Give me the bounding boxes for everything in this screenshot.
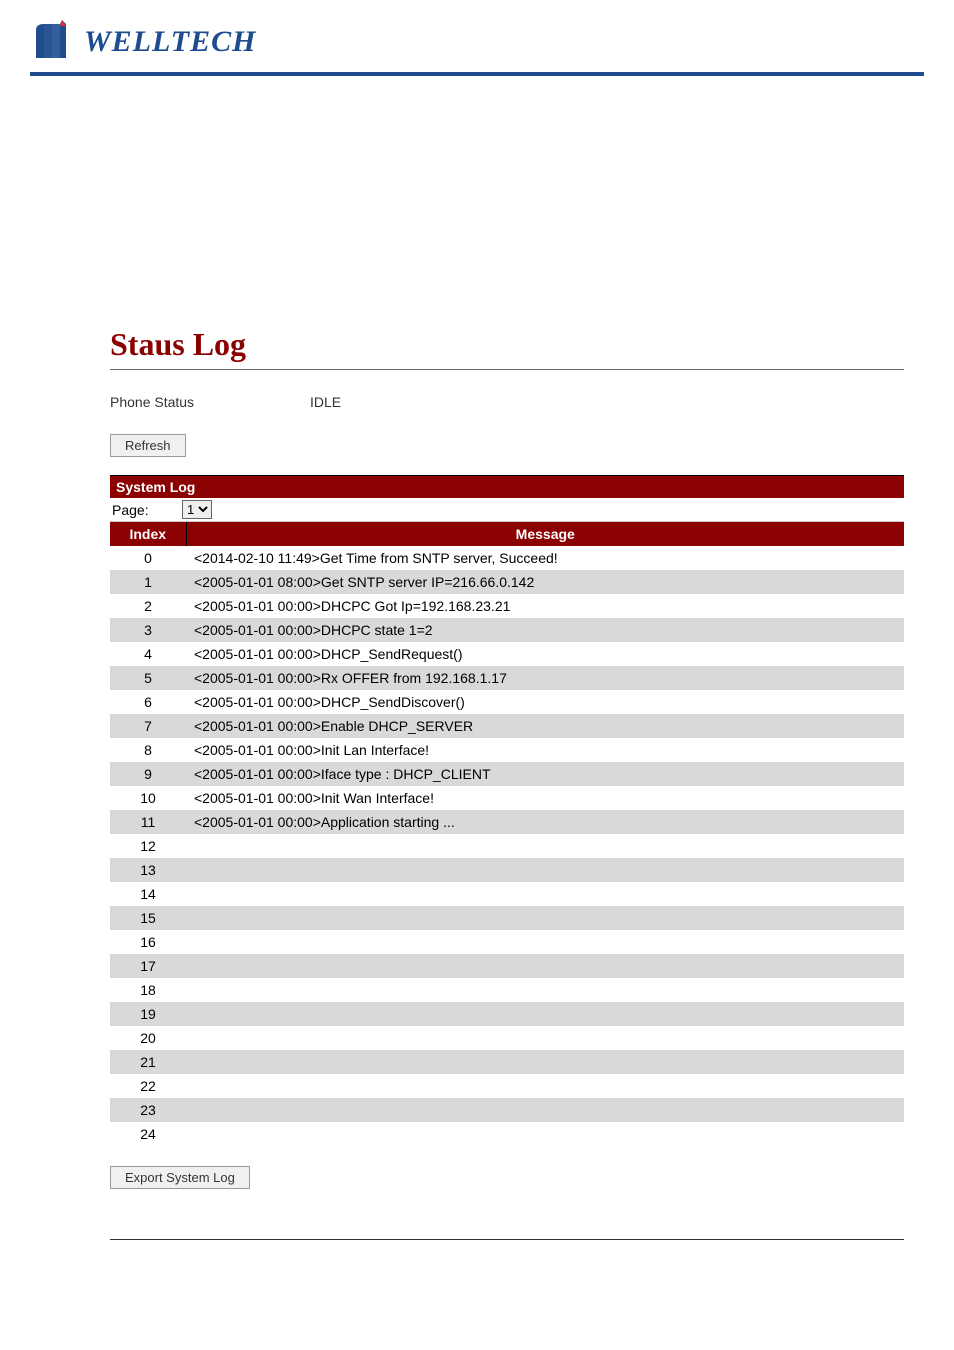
table-row: 5<2005-01-01 00:00>Rx OFFER from 192.168…: [110, 666, 904, 690]
row-index: 4: [110, 642, 186, 666]
system-log-title: System Log: [110, 475, 904, 498]
table-row: 1<2005-01-01 08:00>Get SNTP server IP=21…: [110, 570, 904, 594]
row-message: [186, 1074, 904, 1098]
table-row: 9<2005-01-01 00:00>Iface type : DHCP_CLI…: [110, 762, 904, 786]
row-message: <2005-01-01 00:00>Init Lan Interface!: [186, 738, 904, 762]
row-index: 21: [110, 1050, 186, 1074]
row-message: <2005-01-01 00:00>Iface type : DHCP_CLIE…: [186, 762, 904, 786]
title-divider: [110, 369, 904, 370]
table-row: 10<2005-01-01 00:00>Init Wan Interface!: [110, 786, 904, 810]
row-message: <2005-01-01 08:00>Get SNTP server IP=216…: [186, 570, 904, 594]
row-index: 14: [110, 882, 186, 906]
table-row: 20: [110, 1026, 904, 1050]
row-index: 10: [110, 786, 186, 810]
table-row: 12: [110, 834, 904, 858]
row-index: 9: [110, 762, 186, 786]
table-row: 2<2005-01-01 00:00>DHCPC Got Ip=192.168.…: [110, 594, 904, 618]
table-row: 3<2005-01-01 00:00>DHCPC state 1=2: [110, 618, 904, 642]
table-row: 4<2005-01-01 00:00>DHCP_SendRequest(): [110, 642, 904, 666]
header: WELLTECH: [0, 0, 954, 76]
row-index: 2: [110, 594, 186, 618]
row-message: [186, 1026, 904, 1050]
row-message: <2005-01-01 00:00>Application starting .…: [186, 810, 904, 834]
row-message: [186, 858, 904, 882]
phone-status-row: Phone Status IDLE: [110, 394, 904, 410]
table-row: 14: [110, 882, 904, 906]
footer-divider: [110, 1239, 904, 1240]
table-row: 17: [110, 954, 904, 978]
table-row: 8<2005-01-01 00:00>Init Lan Interface!: [110, 738, 904, 762]
column-header-index: Index: [110, 522, 186, 546]
table-row: 21: [110, 1050, 904, 1074]
table-row: 24: [110, 1122, 904, 1146]
row-message: [186, 1050, 904, 1074]
row-index: 3: [110, 618, 186, 642]
row-index: 1: [110, 570, 186, 594]
row-index: 11: [110, 810, 186, 834]
row-index: 12: [110, 834, 186, 858]
page-title: Staus Log: [110, 326, 904, 363]
row-index: 23: [110, 1098, 186, 1122]
row-index: 18: [110, 978, 186, 1002]
row-index: 20: [110, 1026, 186, 1050]
row-message: <2014-02-10 11:49>Get Time from SNTP ser…: [186, 546, 904, 570]
row-message: [186, 1098, 904, 1122]
system-log-table: Index Message 0<2014-02-10 11:49>Get Tim…: [110, 522, 904, 1146]
row-message: [186, 930, 904, 954]
row-index: 8: [110, 738, 186, 762]
brand-text: WELLTECH: [84, 25, 256, 59]
table-row: 16: [110, 930, 904, 954]
row-index: 6: [110, 690, 186, 714]
table-row: 15: [110, 906, 904, 930]
refresh-button[interactable]: Refresh: [110, 434, 186, 457]
table-row: 6<2005-01-01 00:00>DHCP_SendDiscover(): [110, 690, 904, 714]
page-selector-row: Page: 1: [110, 498, 904, 522]
row-message: [186, 834, 904, 858]
table-row: 13: [110, 858, 904, 882]
phone-status-label: Phone Status: [110, 394, 310, 410]
table-row: 22: [110, 1074, 904, 1098]
row-message: <2005-01-01 00:00>Init Wan Interface!: [186, 786, 904, 810]
row-message: <2005-01-01 00:00>DHCP_SendRequest(): [186, 642, 904, 666]
row-message: <2005-01-01 00:00>Rx OFFER from 192.168.…: [186, 666, 904, 690]
table-row: 23: [110, 1098, 904, 1122]
row-index: 17: [110, 954, 186, 978]
row-message: [186, 1122, 904, 1146]
table-row: 19: [110, 1002, 904, 1026]
table-row: 0<2014-02-10 11:49>Get Time from SNTP se…: [110, 546, 904, 570]
row-index: 5: [110, 666, 186, 690]
row-index: 15: [110, 906, 186, 930]
row-index: 22: [110, 1074, 186, 1098]
row-message: [186, 954, 904, 978]
page-select[interactable]: 1: [182, 500, 212, 519]
row-message: <2005-01-01 00:00>Enable DHCP_SERVER: [186, 714, 904, 738]
row-message: [186, 978, 904, 1002]
table-row: 11<2005-01-01 00:00>Application starting…: [110, 810, 904, 834]
column-header-message: Message: [186, 522, 904, 546]
row-message: <2005-01-01 00:00>DHCP_SendDiscover(): [186, 690, 904, 714]
logo: WELLTECH: [30, 20, 924, 64]
row-index: 16: [110, 930, 186, 954]
table-row: 7<2005-01-01 00:00>Enable DHCP_SERVER: [110, 714, 904, 738]
row-index: 19: [110, 1002, 186, 1026]
row-index: 13: [110, 858, 186, 882]
logo-icon: [30, 20, 78, 64]
export-system-log-button[interactable]: Export System Log: [110, 1166, 250, 1189]
row-message: <2005-01-01 00:00>DHCPC state 1=2: [186, 618, 904, 642]
row-index: 7: [110, 714, 186, 738]
row-message: [186, 906, 904, 930]
row-message: <2005-01-01 00:00>DHCPC Got Ip=192.168.2…: [186, 594, 904, 618]
row-message: [186, 882, 904, 906]
content: Staus Log Phone Status IDLE Refresh Syst…: [0, 76, 954, 1219]
page-selector-label: Page:: [110, 502, 182, 518]
phone-status-value: IDLE: [310, 394, 341, 410]
table-row: 18: [110, 978, 904, 1002]
row-index: 24: [110, 1122, 186, 1146]
row-index: 0: [110, 546, 186, 570]
row-message: [186, 1002, 904, 1026]
